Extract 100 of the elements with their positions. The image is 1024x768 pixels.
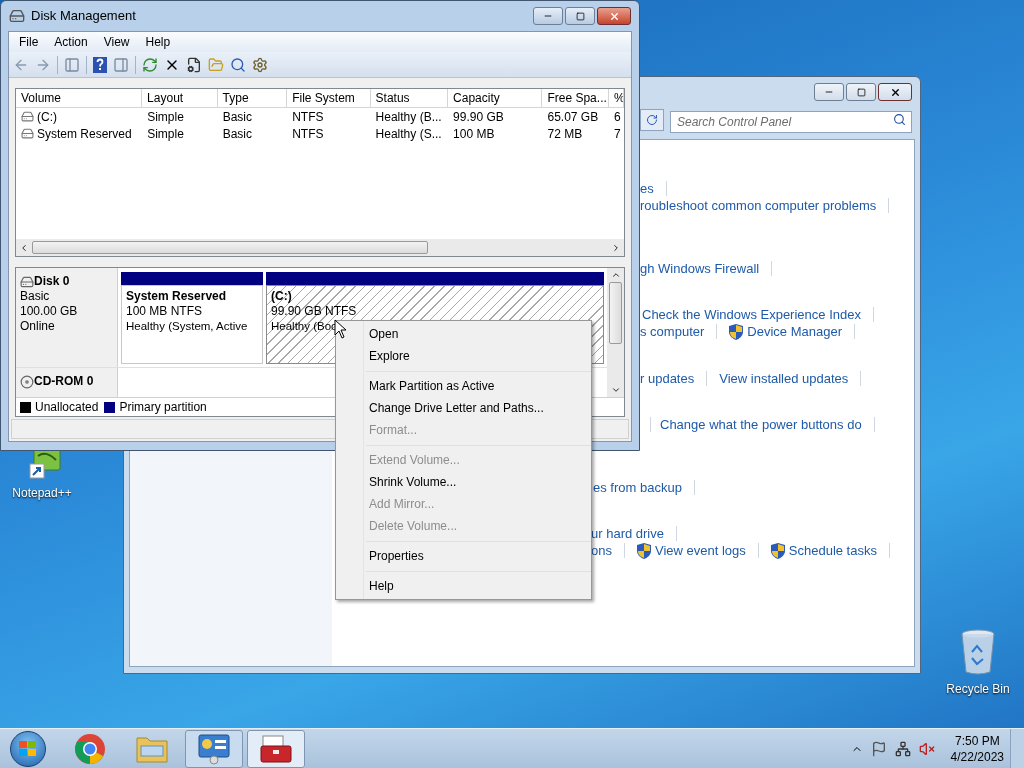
menu-item[interactable]: File xyxy=(13,33,45,51)
scroll-up-icon[interactable] xyxy=(610,270,621,280)
table-cell: 100 MB xyxy=(453,125,495,142)
cd-drive-icon xyxy=(20,374,34,389)
toolbox-icon xyxy=(259,733,293,764)
control-panel-link[interactable]: gh Windows Firewall xyxy=(640,258,760,279)
menu-item[interactable]: Help xyxy=(336,575,591,597)
table-cell: NTFS xyxy=(292,108,324,125)
table-cell: Healthy (B... xyxy=(375,108,442,125)
shield-icon xyxy=(770,542,785,559)
scroll-down-icon[interactable] xyxy=(610,385,621,395)
table-cell: Simple xyxy=(147,108,184,125)
refresh-icon xyxy=(646,114,658,126)
disk-info: Basic xyxy=(20,289,51,304)
control-panel-icon xyxy=(197,732,231,765)
maximize-button[interactable] xyxy=(846,83,876,101)
menu-item[interactable]: View xyxy=(97,33,136,51)
menu-item[interactable]: Action xyxy=(48,33,94,51)
column-header[interactable]: Status xyxy=(370,89,449,107)
magnifier-icon[interactable] xyxy=(230,56,246,73)
partition-status: Healthy (System, Active xyxy=(126,319,248,334)
table-cell: 65.07 GB xyxy=(547,108,599,125)
desktop-icon-label[interactable]: Recycle Bin xyxy=(946,680,1010,698)
table-cell: System Reserved xyxy=(37,125,132,142)
menu-item[interactable]: Change Drive Letter and Paths... xyxy=(336,397,591,419)
menu-item[interactable]: Help xyxy=(139,33,177,51)
search-icon[interactable] xyxy=(893,113,906,126)
browser-icon xyxy=(74,732,106,765)
table-cell: NTFS xyxy=(292,125,324,142)
close-icon xyxy=(608,10,620,22)
console-tree-icon[interactable] xyxy=(64,56,80,73)
disk-info: 100.00 GB xyxy=(20,304,79,319)
close-button[interactable] xyxy=(597,7,631,25)
drive-icon xyxy=(21,127,34,140)
menu-item[interactable]: Mark Partition as Active xyxy=(336,375,591,397)
start-button[interactable] xyxy=(10,730,46,767)
disk-info: Online xyxy=(20,319,56,334)
windows-logo-icon xyxy=(19,740,37,757)
maximize-icon xyxy=(856,87,866,97)
disk-name: Disk 0 xyxy=(34,274,70,289)
control-panel-link[interactable]: Schedule tasks xyxy=(788,540,877,561)
maximize-icon xyxy=(575,11,585,21)
action-center-icon[interactable] xyxy=(870,740,887,757)
scroll-right-icon[interactable] xyxy=(611,242,621,253)
column-header[interactable]: Type xyxy=(217,89,288,107)
scrollbar-thumb[interactable] xyxy=(609,282,622,344)
disk-label-panel[interactable]: Disk 0 Basic 100.00 GB Online xyxy=(16,268,118,367)
control-panel-link[interactable]: es from backup xyxy=(593,477,682,498)
control-panel-link[interactable]: Change what the power buttons do xyxy=(660,414,862,435)
recycle-bin-icon xyxy=(960,628,996,676)
table-cell: Healthy (S... xyxy=(375,125,442,142)
shield-icon xyxy=(636,542,651,559)
network-icon[interactable] xyxy=(894,740,911,757)
table-cell: 7 xyxy=(614,125,621,142)
partition-box[interactable]: System Reserved 100 MB NTFS Healthy (System, Active xyxy=(121,285,263,364)
settings-icon[interactable] xyxy=(252,56,268,73)
partition-size: 99.90 GB NTFS xyxy=(271,304,357,319)
menu-item[interactable]: Shrink Volume... xyxy=(336,471,591,493)
table-cell: 99.90 GB xyxy=(453,108,504,125)
column-header[interactable]: Free Spa... xyxy=(542,89,609,107)
menu-item[interactable]: Explore xyxy=(336,345,591,367)
taskbar-button[interactable] xyxy=(185,729,243,768)
drive-icon xyxy=(21,110,34,123)
taskbar-button[interactable] xyxy=(247,729,305,768)
scrollbar-thumb[interactable] xyxy=(32,241,428,254)
legend-label: Unallocated xyxy=(35,399,99,416)
table-cell: Basic xyxy=(222,125,252,142)
desktop-icon-label[interactable]: Notepad++ xyxy=(12,484,72,502)
refresh-button[interactable] xyxy=(640,109,664,131)
table-cell: Basic xyxy=(222,108,252,125)
table-cell: Simple xyxy=(147,125,184,142)
help-icon[interactable] xyxy=(93,56,107,73)
column-header[interactable]: File System xyxy=(287,89,371,107)
window-title: Disk Management xyxy=(31,7,136,26)
speaker-muted-icon[interactable] xyxy=(918,740,935,757)
search-field[interactable]: Search Control Panel xyxy=(670,111,912,133)
column-header[interactable]: Layout xyxy=(142,89,218,107)
partition-title: System Reserved xyxy=(126,289,227,304)
shield-icon xyxy=(729,323,744,340)
disk-label-panel[interactable]: CD-ROM 0 xyxy=(16,368,118,397)
table-cell: 72 MB xyxy=(547,125,583,142)
close-button[interactable] xyxy=(878,83,912,101)
minimize-button[interactable] xyxy=(533,7,563,25)
menu-item[interactable]: Properties xyxy=(336,545,591,567)
properties-icon[interactable] xyxy=(186,56,202,73)
scroll-left-icon[interactable] xyxy=(19,242,29,253)
partition-title: (C:) xyxy=(271,289,292,304)
partition-size: 100 MB NTFS xyxy=(126,304,203,319)
action-pane-icon[interactable] xyxy=(113,56,129,73)
clock[interactable]: 7:50 PM 4/22/2023 xyxy=(950,732,1004,765)
mouse-pointer-icon xyxy=(334,319,347,339)
maximize-button[interactable] xyxy=(565,7,595,25)
control-panel-link[interactable]: View installed updates xyxy=(719,368,849,389)
refresh-icon[interactable] xyxy=(142,56,158,73)
column-header[interactable]: Capacity xyxy=(448,89,543,107)
minimize-button[interactable] xyxy=(814,83,844,101)
table-cell: (C:) xyxy=(37,108,57,125)
table-cell: 6 xyxy=(614,108,621,125)
control-panel-link[interactable]: r updates xyxy=(640,368,695,389)
column-header[interactable]: Volume xyxy=(16,89,143,107)
